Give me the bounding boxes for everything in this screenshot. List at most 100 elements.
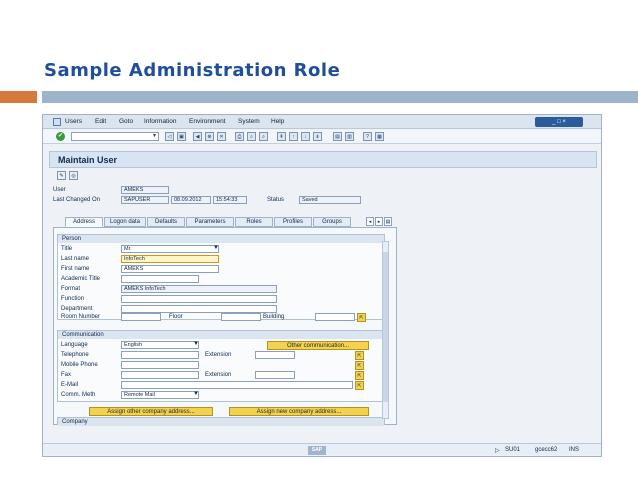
- shortcut-icon[interactable]: ▥: [345, 132, 354, 141]
- display-glasses-icon[interactable]: ◎: [69, 171, 78, 180]
- menu-environment[interactable]: Environment: [189, 118, 226, 125]
- fax-extension-field[interactable]: [255, 371, 295, 379]
- tab-profiles[interactable]: Profiles: [274, 217, 312, 227]
- orange-accent-bar: [0, 91, 37, 103]
- back-green-icon[interactable]: ◀: [193, 132, 202, 141]
- function-label: Function: [61, 296, 85, 302]
- tab-roles[interactable]: Roles: [235, 217, 273, 227]
- last-name-field[interactable]: InfoTech: [121, 255, 219, 263]
- command-field[interactable]: ▼: [71, 132, 159, 141]
- comm-chevron-down-icon[interactable]: ▼: [193, 391, 199, 397]
- building-label: Building: [263, 314, 285, 320]
- enter-check-icon[interactable]: ✔: [56, 132, 65, 141]
- assign-new-company-address-button[interactable]: Assign new company address...: [229, 407, 369, 416]
- change-pencil-icon[interactable]: ✎: [57, 171, 66, 180]
- mobile-more-icon[interactable]: ⇱: [355, 361, 364, 370]
- tab-logon-data[interactable]: Logon data: [104, 217, 146, 227]
- menu-goto[interactable]: Goto: [119, 118, 133, 125]
- telephone-field[interactable]: [121, 351, 199, 359]
- tab-scroll-right-icon[interactable]: ▸: [375, 217, 383, 226]
- prev-page-icon[interactable]: ↑: [289, 132, 298, 141]
- status-label: Status: [267, 197, 285, 203]
- fax-more-icon[interactable]: ⇱: [355, 371, 364, 380]
- changed-date-field: 08.09.2012: [171, 196, 211, 204]
- email-field[interactable]: [121, 381, 353, 389]
- screen-title-bar: Maintain User: [49, 151, 597, 168]
- last-changed-label: Last Changed On: [53, 197, 101, 203]
- function-field[interactable]: [121, 295, 277, 303]
- building-search-icon[interactable]: ⇱: [357, 313, 366, 322]
- department-label: Department: [61, 306, 93, 312]
- format-field: AMEKS InfoTech: [121, 285, 277, 293]
- find-icon[interactable]: ⌕: [247, 132, 256, 141]
- menu-system[interactable]: System: [238, 118, 260, 125]
- title-chevron-down-icon[interactable]: ▼: [213, 245, 219, 251]
- status-field: Saved: [299, 196, 361, 204]
- sap-window: Users Edit Goto Information Environment …: [42, 114, 602, 457]
- department-field[interactable]: [121, 305, 277, 313]
- title-select[interactable]: Mr.: [121, 245, 219, 253]
- last-page-icon[interactable]: ⇟: [313, 132, 322, 141]
- menu-edit[interactable]: Edit: [95, 118, 106, 125]
- first-name-field[interactable]: AMEKS: [121, 265, 219, 273]
- changed-by-field: SAPUSER: [121, 196, 169, 204]
- print-icon[interactable]: ⎙: [235, 132, 244, 141]
- save-icon[interactable]: ▣: [177, 132, 186, 141]
- academic-title-field[interactable]: [121, 275, 199, 283]
- scrollbar-thumb[interactable]: [383, 252, 388, 402]
- find-next-icon[interactable]: ⌕: [259, 132, 268, 141]
- exit-icon[interactable]: ⊗: [205, 132, 214, 141]
- next-page-icon[interactable]: ↓: [301, 132, 310, 141]
- tab-groups[interactable]: Groups: [313, 217, 351, 227]
- sap-logo: SAP: [308, 446, 326, 455]
- email-label: E-Mail: [61, 382, 79, 388]
- language-select[interactable]: English: [121, 341, 199, 349]
- tab-address[interactable]: Address: [65, 217, 103, 227]
- person-group-title: Person: [58, 235, 384, 243]
- tab-list-icon[interactable]: ▤: [384, 217, 392, 226]
- slide-title: Sample Administration Role: [44, 60, 341, 81]
- building-field[interactable]: [315, 313, 355, 321]
- vertical-scrollbar[interactable]: [382, 241, 389, 419]
- first-page-icon[interactable]: ⇞: [277, 132, 286, 141]
- menu-users[interactable]: Users: [65, 118, 82, 125]
- assign-other-company-address-button[interactable]: Assign other company address...: [89, 407, 213, 416]
- insert-mode: INS: [569, 447, 580, 453]
- comm-method-select[interactable]: Remote Mail: [121, 391, 199, 399]
- new-session-icon[interactable]: ▤: [333, 132, 342, 141]
- other-communication-button[interactable]: Other communication...: [267, 341, 369, 350]
- floor-label: Floor: [169, 314, 183, 320]
- floor-field[interactable]: [221, 313, 261, 321]
- company-group: Company: [57, 417, 385, 426]
- cancel-icon[interactable]: ✕: [217, 132, 226, 141]
- mobile-phone-field[interactable]: [121, 361, 199, 369]
- tab-scroll-left-icon[interactable]: ◂: [366, 217, 374, 226]
- user-label: User: [53, 187, 66, 193]
- language-chevron-down-icon[interactable]: ▼: [193, 341, 199, 347]
- sap-menu-icon[interactable]: [53, 118, 61, 126]
- fax-label: Fax: [61, 372, 72, 378]
- room-number-field[interactable]: [121, 313, 161, 321]
- company-group-title: Company: [58, 418, 384, 426]
- email-more-icon[interactable]: ⇱: [355, 381, 364, 390]
- fax-extension-label: Extension: [205, 372, 232, 378]
- changed-time-field: 15:54:33: [213, 196, 247, 204]
- layout-icon[interactable]: ▦: [375, 132, 384, 141]
- menu-information[interactable]: Information: [144, 118, 177, 125]
- format-label: Format: [61, 286, 81, 292]
- telephone-more-icon[interactable]: ⇱: [355, 351, 364, 360]
- language-label: Language: [61, 342, 88, 348]
- communication-group-title: Communication: [58, 331, 384, 339]
- screen-title: Maintain User: [58, 155, 118, 165]
- fax-field[interactable]: [121, 371, 199, 379]
- back-icon[interactable]: ◁: [165, 132, 174, 141]
- extension-field[interactable]: [255, 351, 295, 359]
- menu-help[interactable]: Help: [271, 118, 284, 125]
- help-icon[interactable]: ?: [363, 132, 372, 141]
- tab-defaults[interactable]: Defaults: [147, 217, 185, 227]
- chevron-down-icon[interactable]: ▼: [152, 133, 157, 139]
- status-expand-icon[interactable]: ▷: [495, 447, 500, 454]
- extension-label: Extension: [205, 352, 232, 358]
- tab-parameters[interactable]: Parameters: [186, 217, 234, 227]
- window-controls[interactable]: _ □ ×: [535, 117, 583, 127]
